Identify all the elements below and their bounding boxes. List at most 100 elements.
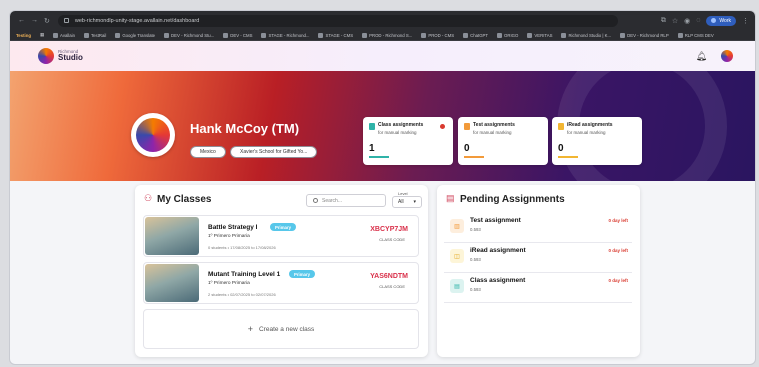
folder-icon (53, 32, 59, 38)
translate-icon (115, 32, 121, 38)
bookmark-label: PROD - Richmond S... (369, 32, 413, 38)
pending-title: Test assignment (470, 217, 521, 224)
class-grade: 1º Primero Primaria (208, 281, 250, 286)
class-card[interactable]: Mutant Training Level 1 Primary 1º Prime… (143, 262, 419, 304)
bookmark-label: DEV - Richmond Stu... (171, 32, 215, 38)
bookmark-label: ChatGPT (470, 32, 489, 38)
bookmark-label: STAGE - CMS (325, 32, 354, 38)
reload-icon[interactable]: ↻ (44, 17, 50, 25)
logo-icon (38, 48, 54, 64)
bookmark-item[interactable]: RLP CMS DEV (677, 32, 714, 38)
pending-assignments-title: Pending Assignments (460, 194, 565, 205)
level-select[interactable]: All ▾ (392, 196, 422, 208)
bookmark-item[interactable]: ORIGO (497, 32, 519, 38)
class-name: Battle Strategy I (208, 224, 258, 231)
site-info-icon[interactable] (63, 18, 69, 23)
bookmark-label: ORIGO (504, 32, 519, 38)
stat-underline (464, 156, 484, 158)
site-icon (164, 32, 170, 38)
bookmark-item[interactable]: TestRail (84, 32, 107, 38)
pending-item[interactable]: ◫ iRead assignment 0.593 0 day left (444, 243, 632, 273)
chatgpt-icon (463, 32, 469, 38)
stat-title: iRead assignments (567, 122, 613, 128)
stat-card-class-assignments[interactable]: Class assignments for manual marking 1 (363, 117, 453, 165)
profile-circle-icon[interactable]: ◌ (696, 17, 700, 24)
app-header: Richmond Studio 🔔︎ (10, 41, 755, 71)
stat-subtitle: for manual marking (473, 130, 512, 135)
header-actions: 🔔︎ (696, 50, 733, 62)
puzzle-icon[interactable]: ◉ (684, 17, 690, 25)
bookmark-item[interactable]: DEV - Richmond RLP (620, 32, 669, 38)
browser-nav: ← → ↻ (18, 17, 50, 25)
bookmark-item[interactable]: DEV - Richmond Stu... (164, 32, 215, 38)
pending-due: 0 day left (608, 218, 628, 223)
pending-item[interactable]: ▥ Test assignment 0.593 0 day left (444, 213, 632, 243)
stat-title: Test assignments (473, 122, 515, 128)
bookmark-item[interactable]: PROD - CMS (421, 32, 455, 38)
site-icon (261, 32, 267, 38)
class-search-input[interactable]: Search... (306, 194, 386, 207)
bookmark-label: PROD - CMS (428, 32, 455, 38)
class-meta: 2 students • 02/07/2025 to 02/07/2026 (208, 292, 276, 297)
bookmark-label: Google Translate (122, 32, 156, 38)
back-icon[interactable]: ← (18, 17, 25, 25)
stat-card-iread-assignments[interactable]: iRead assignments for manual marking 0 (552, 117, 642, 165)
iread-assignment-icon: ◫ (450, 249, 464, 263)
chevron-down-icon: ▾ (413, 199, 416, 205)
site-icon (421, 32, 427, 38)
site-icon (318, 32, 324, 38)
stat-value: 0 (464, 143, 470, 154)
bookmark-item[interactable]: ChatGPT (463, 32, 489, 38)
bell-icon[interactable]: 🔔︎ (696, 51, 707, 62)
avatar-logo-icon (136, 118, 170, 152)
profile-button[interactable]: Work (706, 15, 736, 26)
pending-subtitle: 0.593 (470, 227, 481, 232)
pending-title: iRead assignment (470, 247, 526, 254)
bookmark-item[interactable]: Google Translate (115, 32, 156, 38)
pending-title: Class assignment (470, 277, 526, 284)
pending-item[interactable]: ▤ Class assignment 0.593 0 day left (444, 273, 632, 303)
forward-icon[interactable]: → (31, 17, 38, 25)
url-text: web-richmondlp-unity-stage.avallain.net/… (74, 17, 200, 24)
bookmark-testing[interactable]: Testing (16, 33, 31, 38)
search-placeholder: Search... (322, 197, 343, 204)
stat-title-row: Class assignments (369, 122, 447, 130)
class-grade: 1º Primero Primaria (208, 234, 250, 239)
stat-card-test-assignments[interactable]: Test assignments for manual marking 0 (458, 117, 548, 165)
level-value: All (398, 199, 404, 205)
bookmark-item[interactable]: STAGE - CMS (318, 32, 354, 38)
richmond-studio-logo[interactable]: Richmond Studio (38, 48, 83, 64)
level-badge: Primary (270, 223, 297, 231)
extensions-icon[interactable]: ⧉ (661, 17, 666, 25)
bookmark-item[interactable]: DEV - CMS (223, 32, 252, 38)
bookmark-item[interactable]: VERITAS (527, 32, 552, 38)
bookmark-item[interactable]: PROD - Richmond S... (362, 32, 413, 38)
bookmark-label: Richmond Studio | K... (568, 32, 612, 38)
plus-icon: + (247, 324, 253, 334)
stat-title: Class assignments (378, 122, 424, 128)
site-icon (223, 32, 229, 38)
class-card[interactable]: Battle Strategy I Primary 1º Primero Pri… (143, 215, 419, 257)
apps-grid-icon[interactable]: ▦ (40, 32, 44, 38)
bookmark-label: TestRail (91, 32, 107, 38)
class-thumbnail (145, 264, 199, 302)
site-icon (561, 32, 567, 38)
bookmark-item[interactable]: Richmond Studio | K... (561, 32, 612, 38)
bookmark-label: RLP CMS DEV (684, 32, 714, 38)
bookmark-item[interactable]: STAGE - Richmond... (261, 32, 309, 38)
stat-underline (558, 156, 578, 158)
address-bar[interactable]: web-richmondlp-unity-stage.avallain.net/… (57, 14, 618, 27)
user-avatar[interactable] (721, 50, 733, 62)
menu-icon[interactable]: ⋮ (742, 17, 749, 25)
test-assignment-icon (464, 123, 470, 130)
bookmark-star-icon[interactable]: ☆ (672, 17, 678, 25)
site-icon (620, 32, 626, 38)
folder-icon (527, 32, 533, 38)
bookmark-item[interactable]: Avallain (53, 32, 75, 38)
pending-subtitle: 0.593 (470, 257, 481, 262)
clipboard-icon: ▤ (446, 193, 455, 203)
class-code-label: CLASS CODE (379, 284, 405, 289)
profile-label: Work (719, 17, 731, 24)
create-class-button[interactable]: + Create a new class (143, 309, 419, 349)
level-badge: Primary (289, 270, 316, 278)
